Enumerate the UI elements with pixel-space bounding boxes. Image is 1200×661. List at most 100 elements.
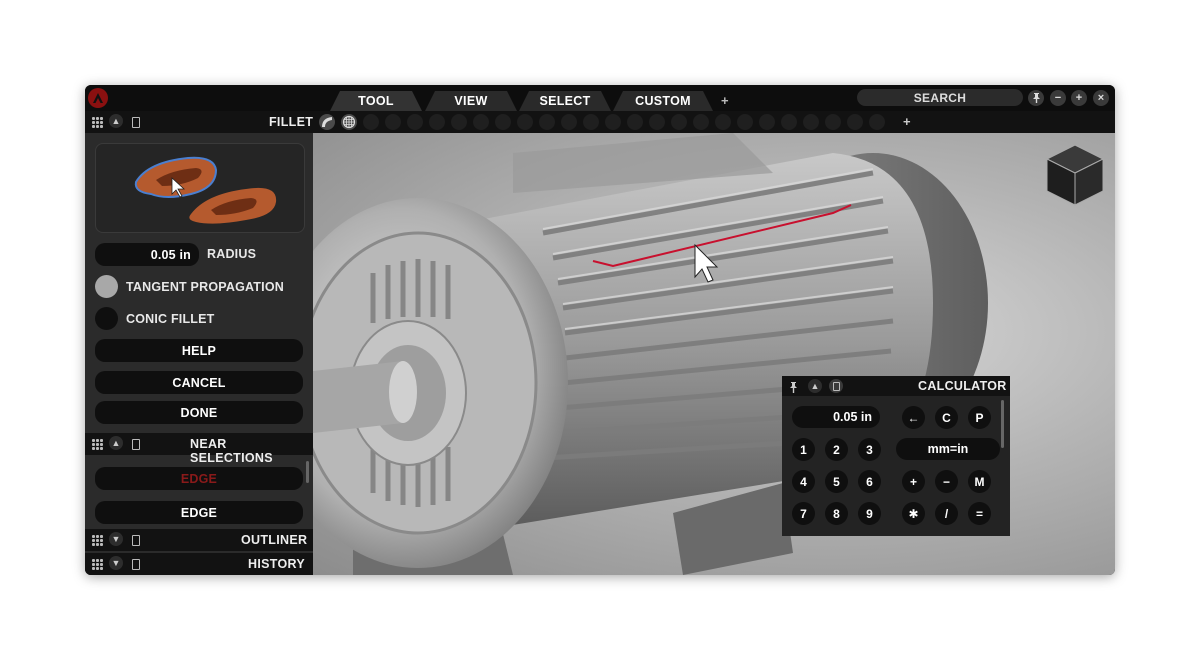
cancel-button[interactable]: CANCEL	[95, 371, 303, 394]
tool-slot-empty[interactable]	[781, 114, 797, 130]
digit-3-button[interactable]: 3	[858, 438, 881, 461]
digit-1-button[interactable]: 1	[792, 438, 815, 461]
digit-9-button[interactable]: 9	[858, 502, 881, 525]
minimize-button[interactable]: −	[1050, 90, 1066, 106]
tab-tool[interactable]: TOOL	[330, 91, 422, 111]
tool-slot-empty[interactable]	[737, 114, 753, 130]
panel-controls: ▼	[92, 532, 140, 546]
detach-icon[interactable]	[829, 379, 843, 393]
tangent-propagation-label: TANGENT PROPAGATION	[126, 280, 284, 294]
detach-icon[interactable]	[132, 534, 140, 546]
history-header[interactable]: ▼ HISTORY	[85, 553, 313, 575]
tool-slot-empty[interactable]	[363, 114, 379, 130]
tool-slot-empty[interactable]	[561, 114, 577, 130]
radius-input[interactable]: 0.05 in	[95, 243, 199, 266]
chevron-up-icon[interactable]: ▲	[109, 114, 123, 128]
tool-options-bar: ▲ FILLET	[85, 111, 1115, 133]
tab-view[interactable]: VIEW	[425, 91, 517, 111]
tool-slot-empty[interactable]	[627, 114, 643, 130]
tool-slot-empty[interactable]	[693, 114, 709, 130]
tool-slot-empty[interactable]	[759, 114, 775, 130]
tool-slot-empty[interactable]	[847, 114, 863, 130]
maximize-button[interactable]: +	[1071, 90, 1087, 106]
unit-convert-button[interactable]: mm=in	[896, 438, 1000, 460]
digit-4-button[interactable]: 4	[792, 470, 815, 493]
tool-slot-empty[interactable]	[429, 114, 445, 130]
tool-slot-empty[interactable]	[803, 114, 819, 130]
clear-button[interactable]: C	[935, 406, 958, 429]
grid-tool-icon[interactable]	[341, 114, 357, 130]
tab-select[interactable]: SELECT	[519, 91, 611, 111]
close-button[interactable]: ×	[1093, 90, 1109, 106]
digit-7-button[interactable]: 7	[792, 502, 815, 525]
digit-5-button[interactable]: 5	[825, 470, 848, 493]
conic-fillet-toggle[interactable]	[95, 307, 118, 330]
top-bar: TOOL VIEW SELECT CUSTOM + SEARCH − + ×	[85, 85, 1115, 111]
view-cube-icon[interactable]	[1041, 139, 1109, 209]
detach-icon[interactable]	[132, 116, 140, 128]
outliner-header[interactable]: ▼ OUTLINER	[85, 529, 313, 551]
grid-handle-icon[interactable]	[92, 558, 103, 570]
calculator-scrollbar[interactable]	[1001, 400, 1004, 448]
p-button[interactable]: P	[968, 406, 991, 429]
tool-slot-empty[interactable]	[671, 114, 687, 130]
calculator-panel: ▲ CALCULATOR 0.05 in ← C P 1 2 3 mm=in 4…	[782, 376, 1010, 536]
tab-custom[interactable]: CUSTOM	[613, 91, 713, 111]
chevron-up-icon[interactable]: ▲	[109, 436, 123, 450]
chevron-down-icon[interactable]: ▼	[109, 556, 123, 570]
near-selections-header: ▲ NEAR SELECTIONS	[85, 433, 313, 465]
memory-button[interactable]: M	[968, 470, 991, 493]
tool-slot-empty[interactable]	[539, 114, 555, 130]
pin-icon[interactable]	[789, 380, 798, 398]
tool-slot-empty[interactable]	[583, 114, 599, 130]
panel-controls: ▼	[92, 556, 140, 570]
tool-slot-empty[interactable]	[605, 114, 621, 130]
detach-icon[interactable]	[132, 558, 140, 570]
near-selection-item-edge-highlighted[interactable]: EDGE	[95, 467, 303, 490]
near-selection-item-edge[interactable]: EDGE	[95, 501, 303, 524]
app-logo-icon[interactable]	[88, 88, 108, 108]
tool-slot-empty[interactable]	[473, 114, 489, 130]
add-tool-button[interactable]: +	[903, 114, 911, 129]
plus-button[interactable]: +	[902, 470, 925, 493]
calculator-header: ▲ CALCULATOR	[782, 376, 1010, 396]
history-title: HISTORY	[248, 557, 305, 571]
detach-icon[interactable]	[132, 438, 140, 450]
equals-button[interactable]: =	[968, 502, 991, 525]
help-button[interactable]: HELP	[95, 339, 303, 362]
chevron-down-icon[interactable]: ▼	[109, 532, 123, 546]
fillet-tool-icon[interactable]	[319, 114, 335, 130]
grid-handle-icon[interactable]	[92, 534, 103, 546]
search-button[interactable]: SEARCH	[857, 89, 1023, 106]
chevron-up-icon[interactable]: ▲	[808, 379, 822, 393]
tool-slot-empty[interactable]	[407, 114, 423, 130]
outliner-title: OUTLINER	[241, 533, 308, 547]
tool-slot-empty[interactable]	[385, 114, 401, 130]
calculator-display[interactable]: 0.05 in	[792, 406, 880, 428]
tool-slot-empty[interactable]	[869, 114, 885, 130]
minus-button[interactable]: −	[935, 470, 958, 493]
tool-slot-empty[interactable]	[517, 114, 533, 130]
digit-8-button[interactable]: 8	[825, 502, 848, 525]
tool-slot-empty[interactable]	[649, 114, 665, 130]
done-button[interactable]: DONE	[95, 401, 303, 424]
panel-controls: ▲	[92, 114, 140, 128]
tool-slot-empty[interactable]	[825, 114, 841, 130]
tool-slot-empty[interactable]	[451, 114, 467, 130]
add-tab-button[interactable]: +	[721, 93, 729, 108]
digit-6-button[interactable]: 6	[858, 470, 881, 493]
grid-handle-icon[interactable]	[92, 438, 103, 450]
fillet-preview-image	[95, 143, 305, 233]
3d-viewport[interactable]: ▲ CALCULATOR 0.05 in ← C P 1 2 3 mm=in 4…	[313, 133, 1115, 575]
divide-button[interactable]: /	[935, 502, 958, 525]
digit-2-button[interactable]: 2	[825, 438, 848, 461]
pin-icon[interactable]	[1028, 90, 1044, 106]
tool-slot-empty[interactable]	[715, 114, 731, 130]
backspace-button[interactable]: ←	[902, 406, 925, 429]
tangent-propagation-toggle[interactable]	[95, 275, 118, 298]
grid-handle-icon[interactable]	[92, 116, 103, 128]
multiply-button[interactable]: ✱	[902, 502, 925, 525]
tool-slot-empty[interactable]	[495, 114, 511, 130]
radius-label: RADIUS	[207, 247, 257, 261]
near-selections-scrollbar[interactable]	[306, 461, 309, 483]
